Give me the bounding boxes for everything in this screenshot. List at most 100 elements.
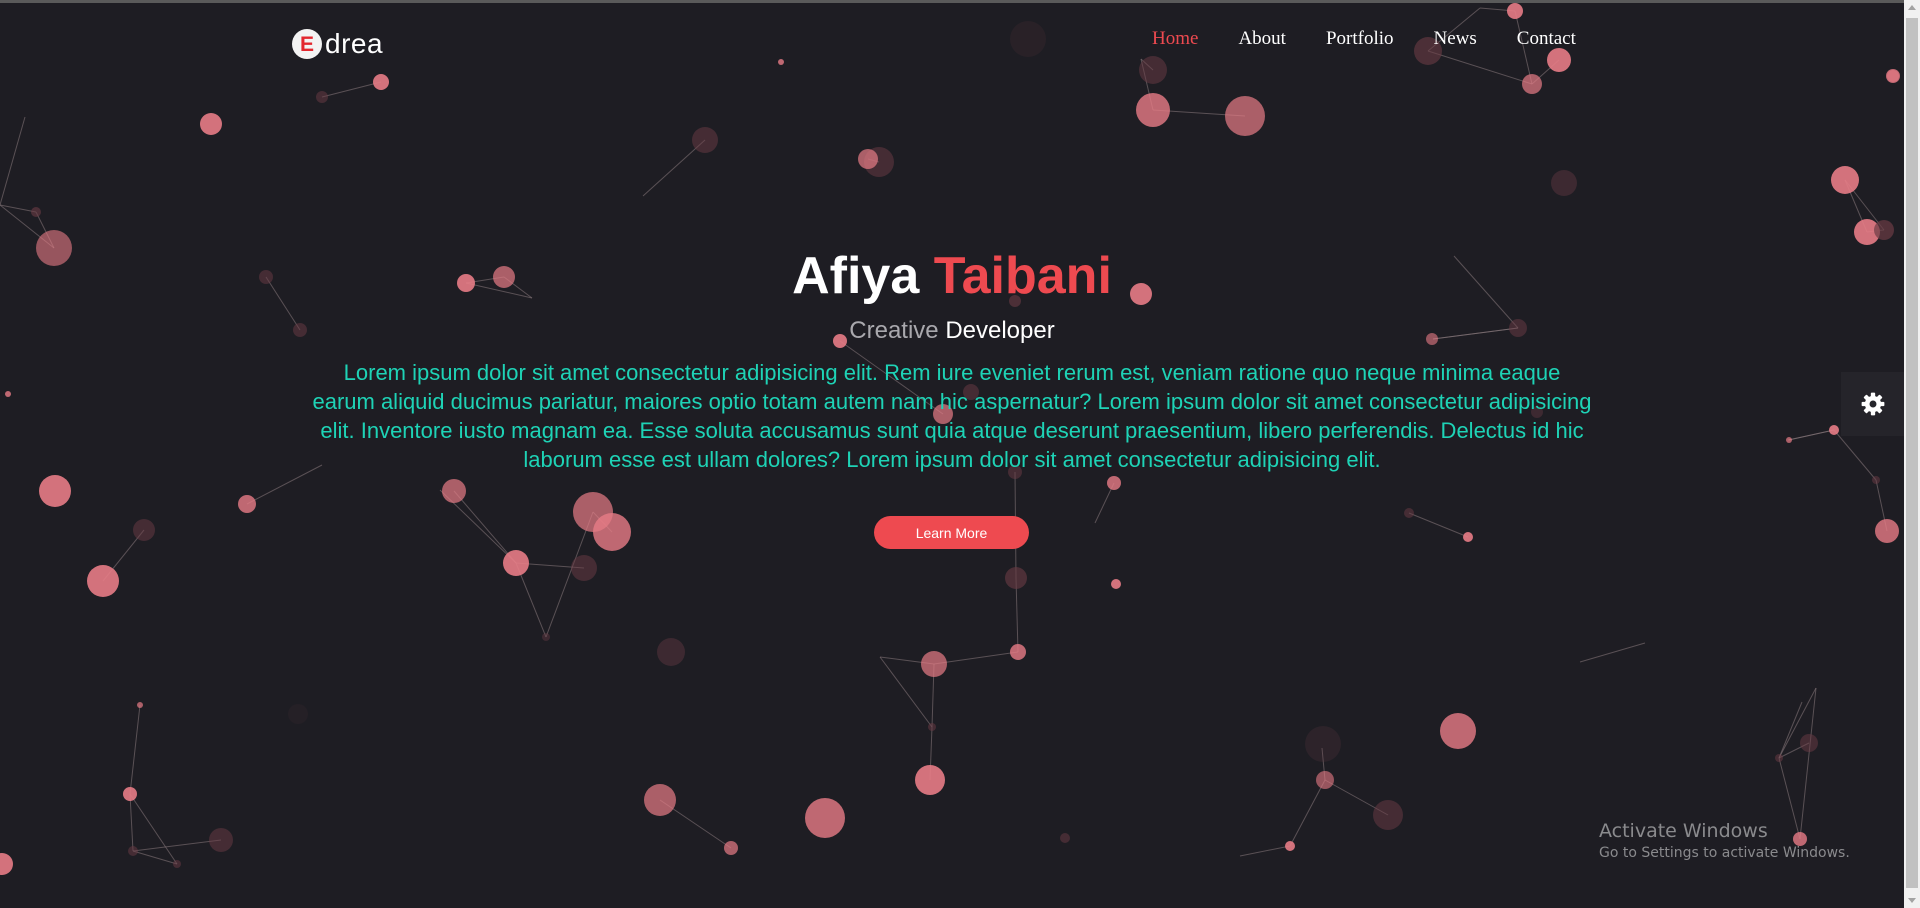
particle-dot <box>1522 74 1542 94</box>
gear-icon <box>1861 392 1884 416</box>
vertical-scrollbar[interactable] <box>1904 0 1920 908</box>
particle-dot <box>1463 532 1473 542</box>
particle-dot <box>173 860 181 868</box>
particle-link <box>132 839 222 852</box>
particle-link <box>1289 779 1326 847</box>
particle-dot <box>316 91 328 103</box>
scroll-down-arrow-icon[interactable] <box>1908 898 1916 903</box>
particle-dot <box>0 853 13 875</box>
particle-dot <box>442 479 466 503</box>
particle-dot <box>1829 425 1839 435</box>
particle-dot <box>542 633 550 641</box>
particle-link <box>1239 845 1291 857</box>
particle-dot <box>571 555 597 581</box>
particle-link <box>1787 429 1835 441</box>
particle-link <box>132 850 178 865</box>
particle-dot <box>1831 166 1859 194</box>
particle-dot <box>1111 579 1121 589</box>
nav-item-portfolio[interactable]: Portfolio <box>1326 28 1394 50</box>
particle-dot <box>503 550 529 576</box>
particle-dot <box>1316 771 1334 789</box>
particle-link <box>321 81 382 98</box>
particle-link <box>1015 577 1019 653</box>
particle-dot <box>1887 70 1899 82</box>
hero-subtitle-muted: Creative <box>849 317 939 344</box>
particle-dot <box>928 723 936 731</box>
scroll-up-arrow-icon[interactable] <box>1908 5 1916 10</box>
logo-mark-icon: E <box>292 29 322 59</box>
particle-dot <box>778 59 784 65</box>
particle-link <box>1778 701 1803 759</box>
particle-link <box>1408 512 1469 538</box>
particle-dot <box>921 651 947 677</box>
particle-dot <box>858 149 878 169</box>
particle-dot <box>1107 476 1121 490</box>
particle-dot <box>644 784 676 816</box>
particle-link <box>129 793 134 852</box>
particle-dot <box>200 113 222 135</box>
particle-dot <box>1285 841 1295 851</box>
particle-dot <box>1373 800 1403 830</box>
particle-dot <box>724 841 738 855</box>
particle-link <box>1799 687 1817 840</box>
particle-dot <box>593 513 631 551</box>
settings-toggle-button[interactable] <box>1841 372 1904 436</box>
particle-link <box>453 490 517 564</box>
particle-dot <box>1507 3 1523 19</box>
particle-dot <box>238 495 256 513</box>
brand-logo[interactable]: E drea <box>292 29 383 59</box>
hero-first-name: Afiya <box>792 247 920 305</box>
particle-dot <box>1793 832 1807 846</box>
particle-link <box>0 204 37 213</box>
main-nav: Home About Portfolio News Contact <box>1152 28 1576 50</box>
particle-dot <box>373 74 389 90</box>
particle-dot <box>1060 833 1070 843</box>
particle-dot <box>133 519 155 541</box>
particle-dot <box>1139 56 1167 84</box>
learn-more-button[interactable]: Learn More <box>874 516 1029 549</box>
scroll-thumb[interactable] <box>1906 18 1918 888</box>
particle-dot <box>692 127 718 153</box>
particle-dot <box>1875 519 1899 543</box>
particle-link <box>129 704 141 795</box>
hero-description: Lorem ipsum dolor sit amet consectetur a… <box>312 360 1592 472</box>
hero-last-name: Taibani <box>933 247 1112 305</box>
particle-dot <box>1551 170 1577 196</box>
particle-dot <box>1136 93 1170 127</box>
particle-dot <box>657 638 685 666</box>
particle-dot <box>1225 96 1265 136</box>
nav-item-home[interactable]: Home <box>1152 28 1198 50</box>
particle-dot <box>209 828 233 852</box>
hero-title: Afiya Taibani <box>0 246 1904 306</box>
particle-dot <box>1305 726 1341 762</box>
particle-dot <box>39 475 71 507</box>
nav-item-about[interactable]: About <box>1238 28 1286 50</box>
nav-item-news[interactable]: News <box>1434 28 1477 50</box>
particle-dot <box>915 765 945 795</box>
hero-subtitle: Creative Developer <box>0 316 1904 346</box>
particle-dot <box>1440 713 1476 749</box>
particle-dot <box>1800 734 1818 752</box>
particle-dot <box>1005 567 1027 589</box>
particle-dot <box>1775 754 1783 762</box>
particle-dot <box>1874 220 1894 240</box>
particle-dot <box>288 704 308 724</box>
particle-dot <box>137 702 143 708</box>
particle-dot <box>5 391 11 397</box>
particle-dot <box>1547 48 1571 72</box>
particle-dot <box>1010 21 1046 57</box>
particle-dot <box>87 565 119 597</box>
particle-dot <box>31 207 41 217</box>
hero-subtitle-strong: Developer <box>945 317 1055 344</box>
logo-text: drea <box>325 28 384 59</box>
particle-link <box>1778 757 1801 840</box>
particle-dot <box>805 798 845 838</box>
nav-item-contact[interactable]: Contact <box>1517 28 1576 50</box>
particle-link <box>1833 429 1877 481</box>
particle-dot <box>1872 476 1880 484</box>
particle-dot <box>123 787 137 801</box>
particle-dot <box>1404 508 1414 518</box>
particle-dot <box>128 846 138 856</box>
particle-link <box>0 116 26 206</box>
particle-link <box>1579 642 1646 663</box>
